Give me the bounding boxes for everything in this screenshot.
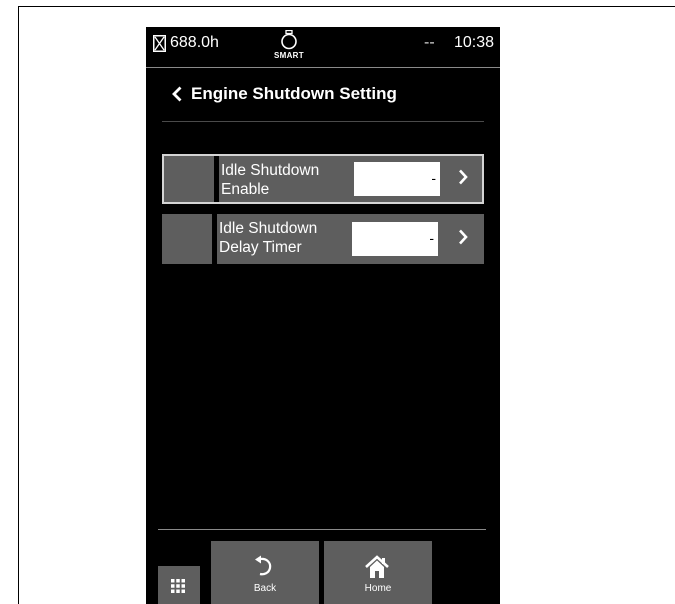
- clock: 10:38: [454, 34, 495, 51]
- setting-value-field[interactable]: -: [354, 162, 440, 196]
- home-button[interactable]: Home: [324, 541, 432, 604]
- grid-icon: [171, 579, 185, 593]
- page-header: Engine Shutdown Setting: [162, 77, 484, 122]
- chevron-right-icon[interactable]: [458, 169, 468, 185]
- row-status-block: [164, 156, 214, 202]
- bottom-divider: [158, 529, 486, 530]
- chevron-left-icon[interactable]: [171, 86, 183, 102]
- setting-value-field[interactable]: -: [352, 222, 438, 256]
- setting-row-idle-shutdown-enable[interactable]: Idle Shutdown Enable -: [162, 154, 484, 204]
- hour-meter: 688.0h: [170, 34, 219, 51]
- setting-label-line1: Idle Shutdown: [221, 162, 320, 179]
- setting-label: Idle Shutdown Enable: [221, 161, 356, 199]
- page-title: Engine Shutdown Setting: [191, 84, 397, 103]
- home-icon: [365, 555, 389, 578]
- row-divider: [212, 214, 217, 264]
- status-bar: 688.0h SMART -- 10:38: [146, 27, 500, 68]
- row-status-block: [162, 214, 212, 264]
- row-divider: [214, 156, 219, 202]
- smart-engine-icon: [281, 30, 297, 50]
- setting-label-line1: Idle Shutdown: [219, 220, 318, 237]
- back-button[interactable]: Back: [211, 541, 319, 604]
- back-label: Back: [253, 583, 277, 594]
- device-screen: 688.0h SMART -- 10:38 Engine Shutdown Se…: [146, 27, 500, 604]
- setting-label: Idle Shutdown Delay Timer: [219, 219, 354, 257]
- setting-row-idle-shutdown-delay-timer[interactable]: Idle Shutdown Delay Timer -: [162, 214, 484, 264]
- setting-label-line2: Enable: [221, 181, 270, 198]
- menu-button[interactable]: [158, 566, 200, 604]
- status-indicator: --: [424, 34, 435, 51]
- hourglass-icon: [153, 35, 166, 52]
- chevron-right-icon[interactable]: [458, 229, 468, 245]
- setting-label-line2: Delay Timer: [219, 239, 302, 256]
- home-label: Home: [364, 583, 392, 594]
- undo-arrow-icon: [255, 555, 272, 576]
- smart-label: SMART: [274, 51, 304, 60]
